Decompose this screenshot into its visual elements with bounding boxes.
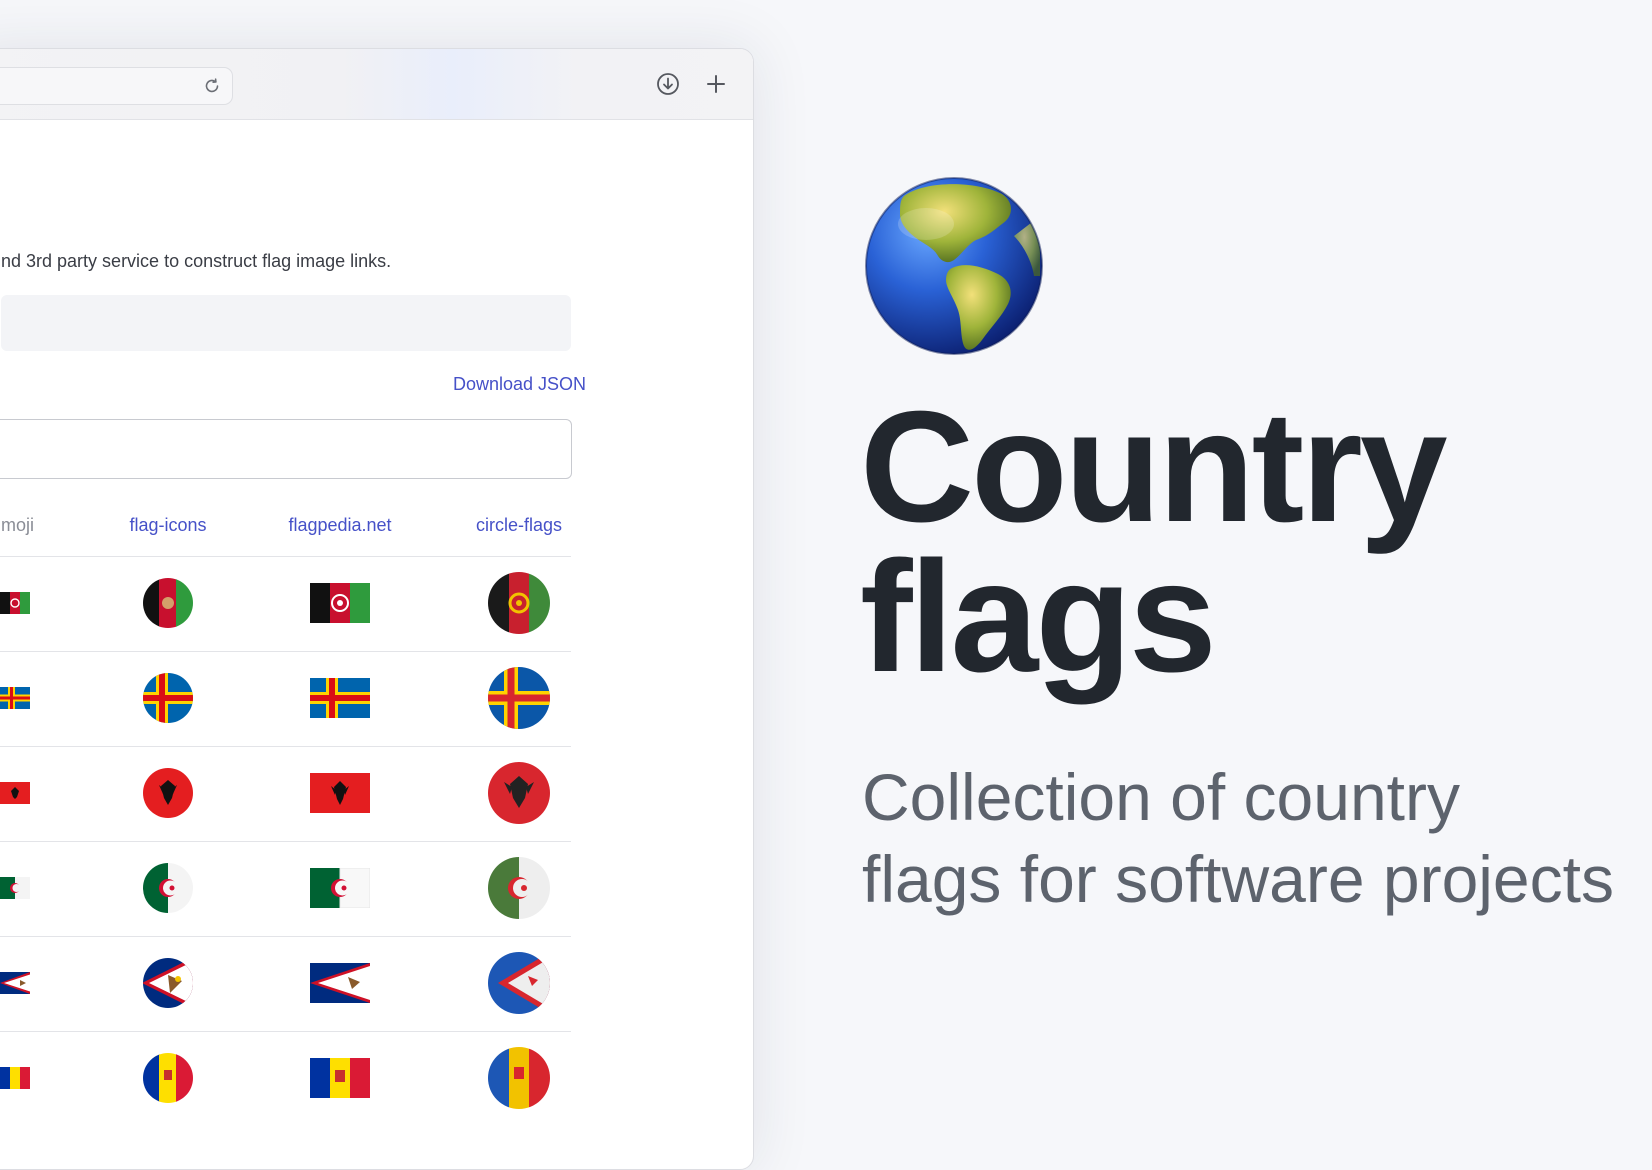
emoji-flag-albania: [0, 782, 30, 804]
column-header-emoji[interactable]: moji: [1, 515, 34, 536]
flag-icons-albania: [142, 767, 194, 819]
circle-flag-american-samoa: [488, 952, 550, 1014]
code-snippet-box: [1, 295, 571, 351]
row-divider: [0, 1031, 571, 1032]
flagpedia-algeria: [310, 868, 370, 908]
emoji-flag-afghanistan: [0, 592, 30, 614]
emoji-flag-algeria: [0, 877, 30, 899]
circle-flag-andorra: [488, 1047, 550, 1109]
hero-title-line-2: flags: [860, 529, 1217, 705]
circle-flag-aland: [488, 667, 550, 729]
emoji-flag-aland: [0, 687, 30, 709]
column-header-flag-icons[interactable]: flag-icons: [129, 515, 206, 536]
page-content: nd 3rd party service to construct flag i…: [0, 120, 753, 1169]
description-text: nd 3rd party service to construct flag i…: [1, 251, 392, 271]
row-divider: [0, 936, 571, 937]
flagpedia-albania: [310, 773, 370, 813]
emoji-flag-american-samoa: [0, 972, 30, 994]
flag-icons-afghanistan: [142, 577, 194, 629]
globe-americas-icon: [865, 177, 1043, 355]
row-divider: [0, 556, 571, 557]
download-icon[interactable]: [655, 71, 681, 97]
circle-flag-afghanistan: [488, 572, 550, 634]
hero-subtitle-line-2: flags for software projects: [862, 842, 1614, 916]
address-bar[interactable]: [0, 67, 233, 105]
flagpedia-aland: [310, 678, 370, 718]
new-tab-plus-icon[interactable]: [705, 73, 727, 95]
search-input[interactable]: [0, 419, 572, 479]
hero-title-line-1: Country: [860, 379, 1448, 555]
flag-icons-aland: [142, 672, 194, 724]
flagpedia-andorra: [310, 1058, 370, 1098]
browser-toolbar: [0, 49, 753, 120]
row-divider: [0, 746, 571, 747]
hero-title: Country flags: [860, 379, 1448, 705]
flagpedia-american-samoa: [310, 963, 370, 1003]
circle-flag-algeria: [488, 857, 550, 919]
hero-subtitle: Collection of country flags for software…: [862, 756, 1614, 920]
row-divider: [0, 841, 571, 842]
flagpedia-afghanistan: [310, 583, 370, 623]
emoji-flag-andorra: [0, 1067, 30, 1089]
row-divider: [0, 651, 571, 652]
flag-icons-algeria: [142, 862, 194, 914]
hero-subtitle-line-1: Collection of country: [862, 760, 1460, 834]
reload-icon[interactable]: [202, 76, 222, 96]
circle-flag-albania: [488, 762, 550, 824]
column-header-flagpedia[interactable]: flagpedia.net: [288, 515, 391, 536]
flag-icons-andorra: [142, 1052, 194, 1104]
column-header-circle-flags[interactable]: circle-flags: [476, 515, 562, 536]
flag-icons-american-samoa: [142, 957, 194, 1009]
browser-window: nd 3rd party service to construct flag i…: [0, 48, 754, 1170]
download-json-link[interactable]: Download JSON: [453, 374, 586, 395]
